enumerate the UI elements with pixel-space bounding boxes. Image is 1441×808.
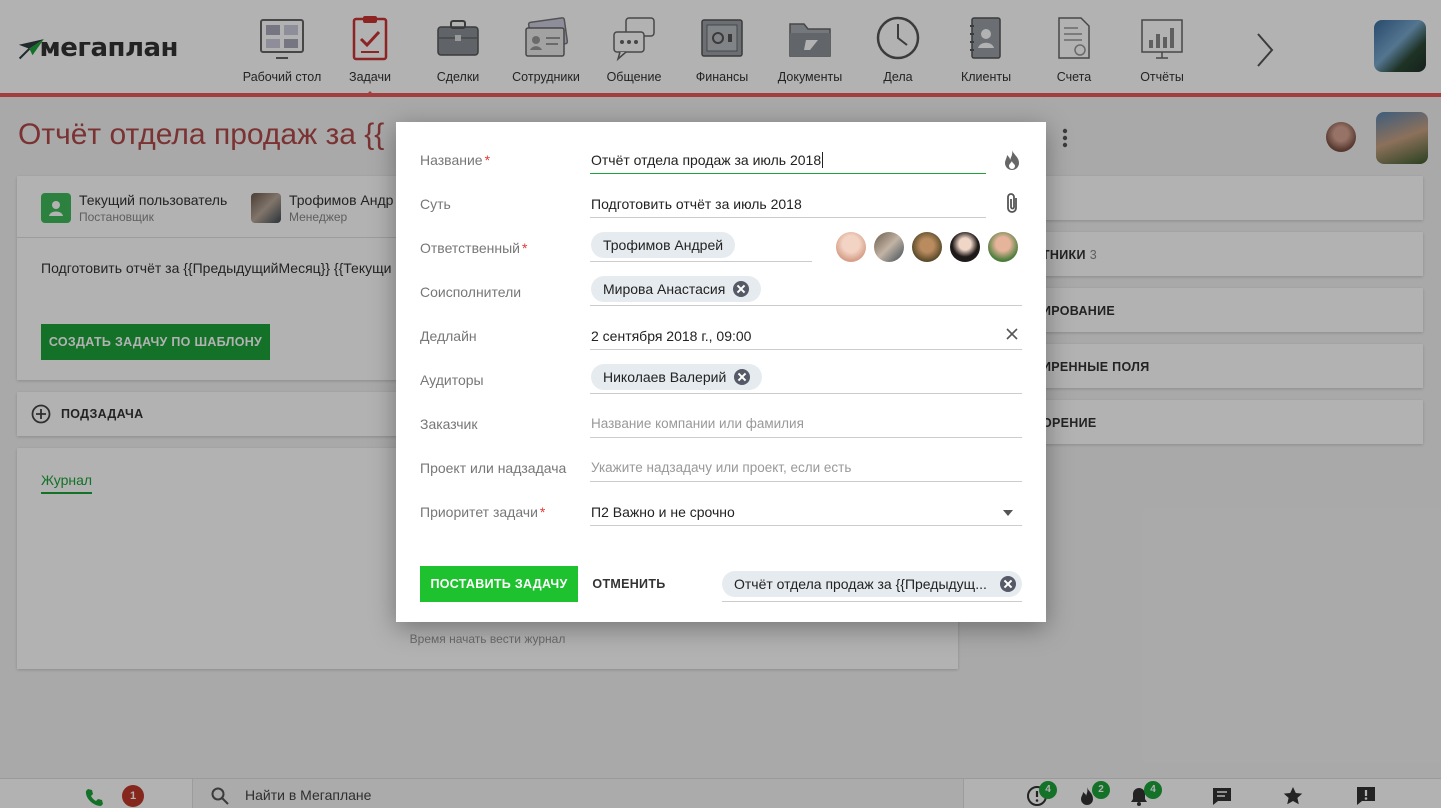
essence-input[interactable]: Подготовить отчёт за июль 2018 (590, 184, 986, 218)
dialog-actions: ПОСТАВИТЬ ЗАДАЧУ ОТМЕНИТЬ Отчёт отдела п… (396, 566, 1046, 606)
avatar[interactable] (950, 232, 980, 262)
row-coexecutors: Соисполнители Мирова Анастасия (396, 262, 1046, 306)
priority-value: П2 Важно и не срочно (591, 504, 735, 520)
essence-value: Подготовить отчёт за июль 2018 (591, 196, 802, 212)
customer-input[interactable]: Название компании или фамилия (590, 404, 1022, 438)
project-input[interactable]: Укажите надзадачу или проект, если есть (590, 448, 1022, 482)
cancel-button[interactable]: ОТМЕНИТЬ (592, 566, 666, 602)
row-name: Название * Отчёт отдела продаж за июль 20… (396, 130, 1046, 174)
row-responsible: Ответственный * Трофимов Андрей (396, 218, 1046, 262)
deadline-label: Дедлайн (420, 328, 477, 344)
row-auditors: Аудиторы Николаев Валерий (396, 350, 1046, 394)
remove-chip-icon[interactable] (733, 281, 750, 297)
avatar[interactable] (836, 232, 866, 262)
essence-label: Суть (420, 196, 451, 212)
auditors-input[interactable]: Николаев Валерий (590, 360, 1022, 394)
dropdown-arrow-icon (1003, 510, 1013, 516)
remove-template-icon[interactable] (1000, 576, 1016, 592)
paperclip-icon[interactable] (1000, 192, 1024, 216)
fire-icon[interactable] (1000, 148, 1024, 172)
clear-icon[interactable] (1006, 328, 1018, 340)
row-essence: Суть Подготовить отчёт за июль 2018 (396, 174, 1046, 218)
submit-task-button[interactable]: ПОСТАВИТЬ ЗАДАЧУ (420, 566, 578, 602)
customer-label: Заказчик (420, 416, 478, 432)
create-task-dialog: Название * Отчёт отдела продаж за июль 20… (396, 122, 1046, 622)
project-placeholder: Укажите надзадачу или проект, если есть (591, 460, 852, 475)
name-label: Название * (420, 152, 491, 168)
avatar[interactable] (912, 232, 942, 262)
deadline-value: 2 сентября 2018 г., 09:00 (591, 328, 752, 344)
avatar[interactable] (988, 232, 1018, 262)
chip-text: Трофимов Андрей (603, 237, 724, 253)
priority-select[interactable]: П2 Важно и не срочно (590, 492, 1022, 526)
row-project: Проект или надзадача Укажите надзадачу и… (396, 438, 1046, 482)
chip-text: Николаев Валерий (603, 369, 727, 385)
auditor-chip[interactable]: Николаев Валерий (591, 364, 763, 390)
name-input[interactable]: Отчёт отдела продаж за июль 2018 (590, 140, 986, 174)
coexecutors-label: Соисполнители (420, 284, 522, 300)
divider (722, 601, 1022, 602)
project-label: Проект или надзадача (420, 460, 567, 476)
quick-pick-avatars (836, 232, 1026, 262)
template-chip[interactable]: Отчёт отдела продаж за {{Предыдущ... (722, 571, 1022, 597)
responsible-chip[interactable]: Трофимов Андрей (591, 232, 736, 258)
chip-text: Мирова Анастасия (603, 281, 726, 297)
responsible-label: Ответственный * (420, 240, 528, 256)
row-deadline: Дедлайн 2 сентября 2018 г., 09:00 (396, 306, 1046, 350)
row-customer: Заказчик Название компании или фамилия (396, 394, 1046, 438)
priority-label: Приоритет задачи * (420, 504, 546, 520)
avatar[interactable] (874, 232, 904, 262)
responsible-input[interactable]: Трофимов Андрей (590, 228, 812, 262)
auditors-label: Аудиторы (420, 372, 484, 388)
customer-placeholder: Название компании или фамилия (591, 416, 804, 431)
row-priority: Приоритет задачи * П2 Важно и не срочно (396, 482, 1046, 526)
remove-chip-icon[interactable] (734, 369, 751, 385)
coexecutors-input[interactable]: Мирова Анастасия (590, 272, 1022, 306)
coexecutor-chip[interactable]: Мирова Анастасия (591, 276, 762, 302)
name-value: Отчёт отдела продаж за июль 2018 (591, 152, 824, 168)
deadline-input[interactable]: 2 сентября 2018 г., 09:00 (590, 316, 1022, 350)
